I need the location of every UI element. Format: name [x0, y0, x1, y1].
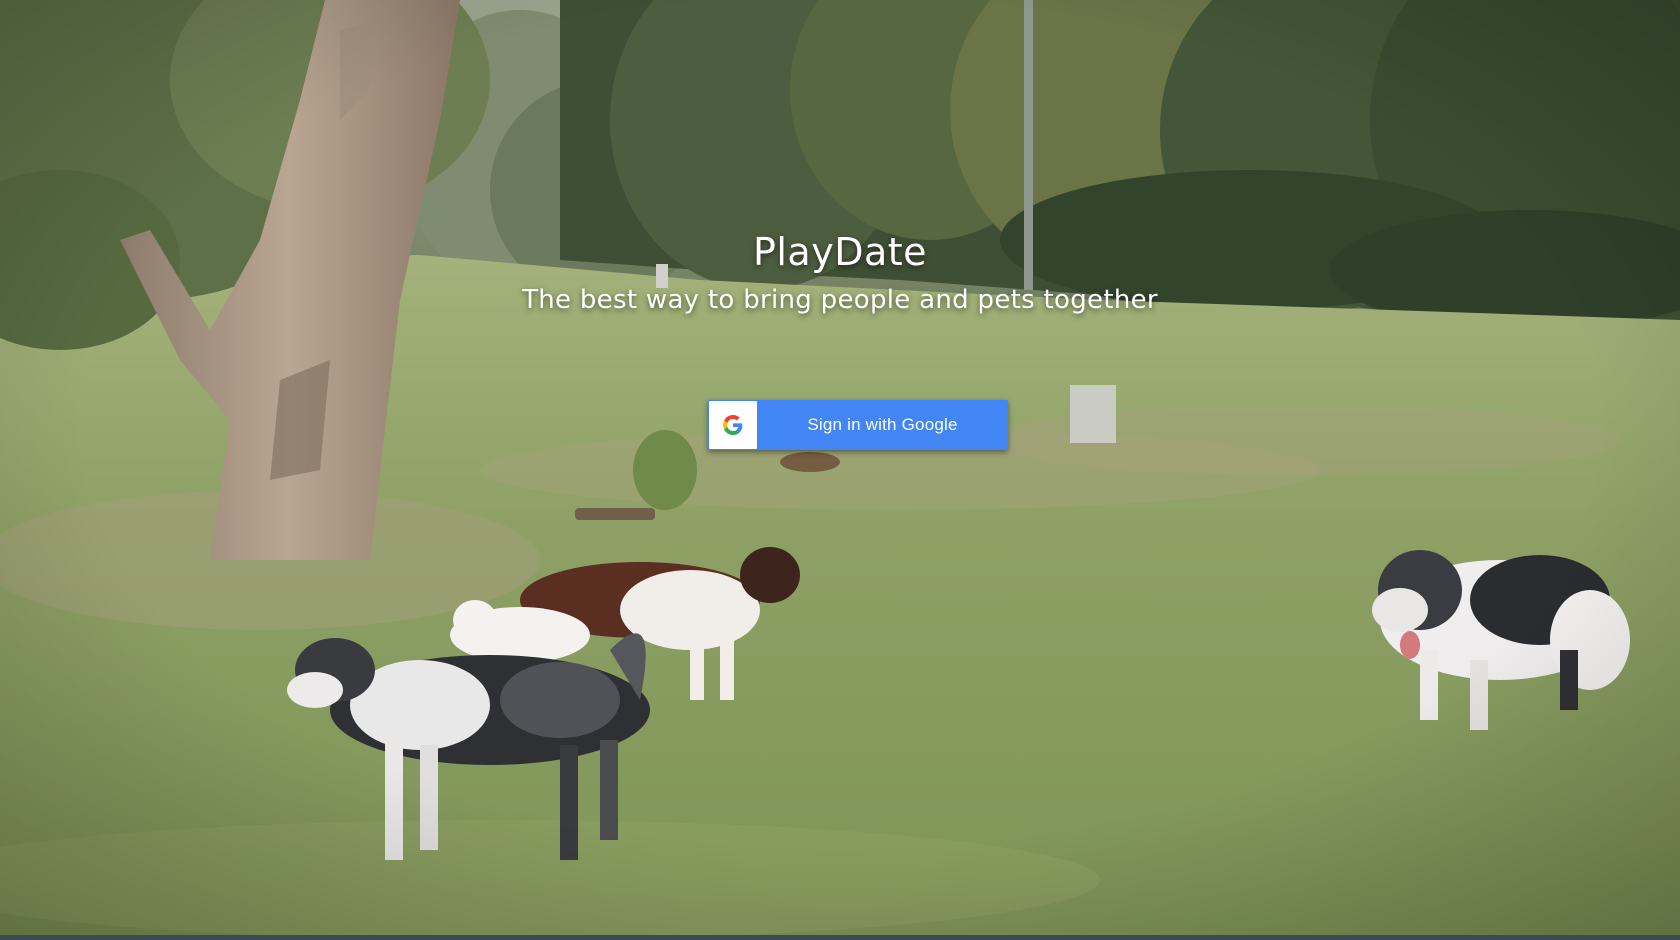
hero-section: PlayDate The best way to bring people an…	[0, 224, 1680, 320]
landing-page: PlayDate The best way to bring people an…	[0, 0, 1680, 940]
app-tagline: The best way to bring people and pets to…	[522, 285, 1158, 315]
app-title: PlayDate	[752, 230, 928, 274]
google-signin-label: Sign in with Google	[807, 415, 958, 434]
google-signin-button[interactable]: Sign in with Google	[708, 400, 1008, 450]
google-g-icon	[709, 401, 757, 449]
park-background-image	[0, 0, 1680, 940]
bottom-edge-bar	[0, 935, 1680, 940]
